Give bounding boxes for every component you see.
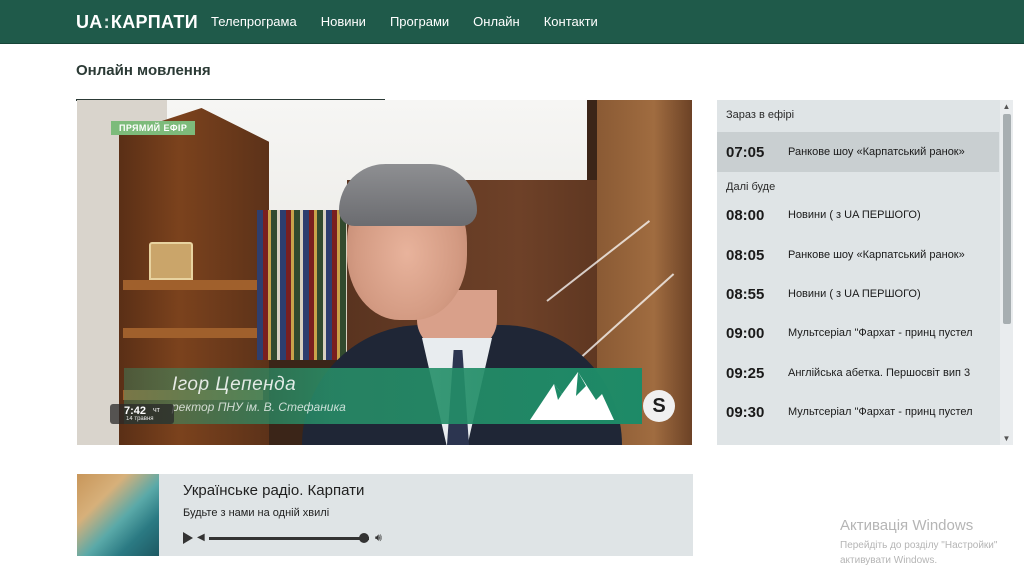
radio-title: Українське радіо. Карпати [183, 482, 365, 499]
schedule-panel: Зараз в ефірі 07:05 Ранкове шоу «Карпатс… [717, 100, 1013, 445]
live-badge: ПРЯМИЙ ЕФІР [111, 121, 196, 135]
windows-activation-line1: Перейдіть до розділу "Настройки" [840, 540, 998, 551]
speaker-name: Ігор Цепенда [172, 374, 297, 395]
schedule-scrollbar[interactable]: ▲ ▼ [1000, 100, 1013, 445]
schedule-title: Англійська абетка. Першосвіт вип 3 [788, 367, 971, 379]
schedule-title: Мультсеріал "Фархат - принц пустел [788, 327, 973, 339]
schedule-item[interactable]: 08:55 Новини ( з UA ПЕРШОГО) [726, 284, 921, 304]
schedule-item[interactable]: 09:00 Мультсеріал "Фархат - принц пустел [726, 323, 973, 343]
play-icon[interactable] [183, 532, 193, 544]
clock-date: 14 травня [126, 416, 154, 422]
mountain-logo-icon [530, 372, 614, 420]
logo-ua: UA [76, 12, 103, 32]
schedule-title: Ранкове шоу «Карпатський ранок» [788, 249, 965, 261]
scroll-up-arrow-icon[interactable]: ▲ [1002, 102, 1011, 111]
volume-low-icon: ◀ [197, 532, 205, 543]
clock-day: чт [153, 407, 160, 414]
schedule-time: 08:55 [726, 285, 765, 303]
top-navigation-bar: UA:КАРПАТИ Телепрограма Новини Програми … [0, 0, 1024, 44]
radio-subtitle: Будьте з нами на одній хвилі [183, 507, 330, 519]
now-on-air-heading: Зараз в ефірі [726, 109, 795, 121]
speaker-role: ректор ПНУ ім. В. Стефаника [172, 400, 346, 414]
schedule-item[interactable]: 09:25 Англійська абетка. Першосвіт вип 3 [726, 363, 970, 383]
windows-activation-title: Активація Windows [840, 517, 974, 534]
video-person-hair [339, 164, 477, 226]
nav-tv-program[interactable]: Телепрограма [211, 14, 297, 29]
skype-icon: S [643, 390, 675, 422]
video-shelf-board [123, 328, 263, 338]
main-nav: Телепрограма Новини Програми Онлайн Конт… [211, 0, 622, 43]
schedule-title: Мультсеріал "Фархат - принц пустел [788, 406, 973, 418]
schedule-time: 07:05 [726, 143, 765, 161]
schedule-item[interactable]: 08:00 Новини ( з UA ПЕРШОГО) [726, 205, 921, 225]
schedule-time: 08:05 [726, 246, 765, 264]
page-title: Онлайн мовлення [76, 62, 211, 79]
volume-icon[interactable]: 🔊︎ [375, 531, 393, 545]
radio-card: Українське радіо. Карпати Будьте з нами … [77, 474, 693, 556]
audio-progress-track[interactable] [209, 537, 369, 540]
windows-activation-line2: активувати Windows. [840, 555, 938, 566]
radio-thumbnail [77, 474, 159, 556]
video-player[interactable]: ПРЯМИЙ ЕФІР Ігор Цепенда ректор ПНУ ім. … [77, 100, 692, 445]
schedule-time: 09:00 [726, 324, 765, 342]
video-icon-frame [149, 242, 193, 280]
schedule-item[interactable]: 09:30 Мультсеріал "Фархат - принц пустел [726, 402, 973, 422]
scroll-down-arrow-icon[interactable]: ▼ [1002, 434, 1011, 443]
schedule-time: 09:25 [726, 364, 765, 382]
video-books [257, 210, 347, 360]
audio-progress-knob[interactable] [359, 533, 370, 543]
audio-player: ◀ 🔊︎ [183, 530, 403, 546]
nav-programs[interactable]: Програми [390, 14, 449, 29]
site-logo[interactable]: UA:КАРПАТИ [76, 10, 198, 34]
video-lower-third: Ігор Цепенда ректор ПНУ ім. В. Стефаника [124, 368, 642, 424]
coming-next-heading: Далі буде [726, 181, 776, 193]
nav-news[interactable]: Новини [321, 14, 366, 29]
schedule-time: 08:00 [726, 206, 765, 224]
video-shelf-board [123, 280, 263, 290]
schedule-title: Ранкове шоу «Карпатський ранок» [788, 146, 965, 158]
nav-online[interactable]: Онлайн [473, 14, 520, 29]
logo-name: КАРПАТИ [110, 12, 198, 32]
scrollbar-thumb[interactable] [1003, 114, 1011, 324]
broadcast-clock: 7:42 чт 14 травня [110, 404, 174, 424]
schedule-item[interactable]: 08:05 Ранкове шоу «Карпатський ранок» [726, 245, 965, 265]
schedule-time: 09:30 [726, 403, 765, 421]
schedule-current-item[interactable]: 07:05 Ранкове шоу «Карпатський ранок» [726, 142, 965, 162]
nav-contacts[interactable]: Контакти [544, 14, 598, 29]
schedule-title: Новини ( з UA ПЕРШОГО) [788, 288, 921, 300]
schedule-title: Новини ( з UA ПЕРШОГО) [788, 209, 921, 221]
logo-colon: : [103, 12, 110, 32]
